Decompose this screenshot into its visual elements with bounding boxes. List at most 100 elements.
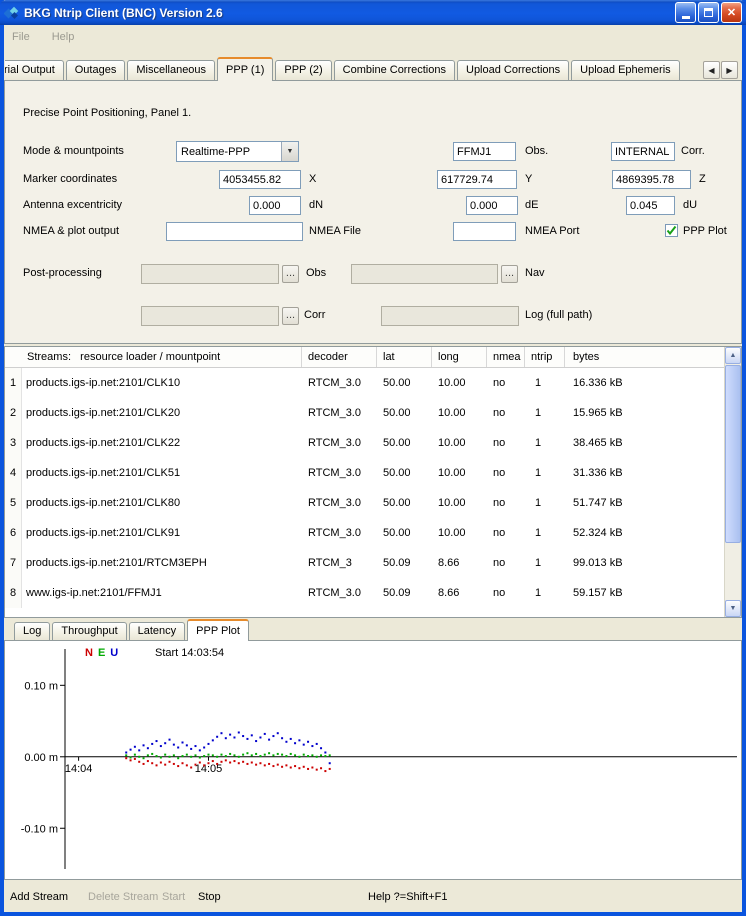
antenna-du-field[interactable] [626,196,675,215]
post-log-field [381,306,519,326]
legend-e: E [98,647,105,659]
browse-nav-button[interactable]: ... [501,265,518,283]
mountpoint-cell: products.igs-ip.net:2101/CLK80 [22,488,302,518]
obs-mountpoint-field[interactable] [453,142,516,161]
obs-label: Obs. [525,145,548,157]
long-cell: 8.66 [432,578,487,608]
table-row[interactable]: 7products.igs-ip.net:2101/RTCM3EPHRTCM_3… [5,548,724,578]
marker-x-field[interactable] [219,170,301,189]
scrollbar-thumb[interactable] [725,365,741,543]
marker-y-field[interactable] [437,170,517,189]
check-icon [666,225,677,236]
svg-text:0.00 m: 0.00 m [24,752,58,764]
x-label: X [309,173,316,185]
antenna-de-field[interactable] [466,196,518,215]
legend-n: N [85,647,93,659]
nmea-port-label: NMEA Port [525,225,579,237]
post-obs-field [141,264,279,284]
ppp-plot-checkbox[interactable] [665,224,678,237]
header-mountpoint: Streams: resource loader / mountpoint [5,347,302,367]
ppp1-panel: Precise Point Positioning, Panel 1. Mode… [4,80,742,344]
bytes-cell: 51.747 kB [565,488,724,518]
bytes-cell: 15.965 kB [565,398,724,428]
start-button[interactable]: Start [162,891,185,903]
nmea-cell: no [487,548,525,578]
delete-stream-button[interactable]: Delete Stream [88,891,158,903]
ntrip-cell: 1 [525,368,565,398]
window-title: BKG Ntrip Client (BNC) Version 2.6 [24,6,675,20]
svg-text:14:04: 14:04 [65,763,93,775]
post-processing-label: Post-processing [23,267,102,279]
row-number: 4 [5,458,22,488]
tab-throughput[interactable]: Throughput [52,622,126,640]
mountpoint-cell: products.igs-ip.net:2101/CLK20 [22,398,302,428]
table-row[interactable]: 4products.igs-ip.net:2101/CLK51RTCM_3.05… [5,458,724,488]
nmea-cell: no [487,398,525,428]
bytes-cell: 31.336 kB [565,458,724,488]
antenna-dn-field[interactable] [249,196,301,215]
nmea-file-field[interactable] [166,222,303,241]
app-icon [4,5,20,21]
header-bytes: bytes [565,347,741,367]
table-row[interactable]: 3products.igs-ip.net:2101/CLK22RTCM_3.05… [5,428,724,458]
tab-latency[interactable]: Latency [129,622,186,640]
tab-ppp-1[interactable]: PPP (1) [217,57,273,81]
browse-corr-button[interactable]: ... [282,307,299,325]
tab-scroll-left-button[interactable]: ◀ [703,61,720,79]
tab-serial-output[interactable]: rial Output [5,60,64,80]
long-cell: 10.00 [432,428,487,458]
header-ntrip: ntrip [525,347,565,367]
nmea-cell: no [487,488,525,518]
mountpoint-cell: products.igs-ip.net:2101/RTCM3EPH [22,548,302,578]
table-scrollbar[interactable]: ▲ ▼ [724,347,741,617]
scroll-up-button[interactable]: ▲ [725,347,741,364]
mountpoint-cell: products.igs-ip.net:2101/CLK10 [22,368,302,398]
table-row[interactable]: 8www.igs-ip.net:2101/FFMJ1RTCM_3.050.098… [5,578,724,608]
long-cell: 10.00 [432,368,487,398]
menu-file[interactable]: File [12,31,30,43]
stop-button[interactable]: Stop [198,891,221,903]
tab-outages[interactable]: Outages [66,60,126,80]
menu-help[interactable]: Help [52,31,75,43]
corr-mountpoint-field[interactable] [611,142,675,161]
tab-upload-corrections[interactable]: Upload Corrections [457,60,569,80]
browse-obs-button[interactable]: ... [282,265,299,283]
row-number: 7 [5,548,22,578]
tab-ppp-2[interactable]: PPP (2) [275,60,331,80]
tab-upload-ephemeris[interactable]: Upload Ephemeris [571,60,680,80]
long-cell: 10.00 [432,398,487,428]
tab-miscellaneous[interactable]: Miscellaneous [127,60,215,80]
arrow-down-icon: ▼ [730,605,737,612]
tab-log[interactable]: Log [14,622,50,640]
chevron-down-icon[interactable]: ▼ [281,142,298,161]
mode-combobox[interactable]: Realtime-PPP ▼ [176,141,299,162]
lat-cell: 50.00 [377,518,432,548]
post-obs-label: Obs [306,267,326,279]
table-row[interactable]: 1products.igs-ip.net:2101/CLK10RTCM_3.05… [5,368,724,398]
table-row[interactable]: 6products.igs-ip.net:2101/CLK91RTCM_3.05… [5,518,724,548]
marker-z-field[interactable] [612,170,691,189]
ntrip-cell: 1 [525,398,565,428]
row-number: 1 [5,368,22,398]
lat-cell: 50.00 [377,398,432,428]
tab-ppp-plot[interactable]: PPP Plot [187,619,249,641]
nmea-cell: no [487,368,525,398]
mountpoint-cell: products.igs-ip.net:2101/CLK51 [22,458,302,488]
add-stream-button[interactable]: Add Stream [10,891,68,903]
table-row[interactable]: 2products.igs-ip.net:2101/CLK20RTCM_3.05… [5,398,724,428]
close-button[interactable]: ✕ [721,2,742,23]
nmea-port-field[interactable] [453,222,516,241]
tab-bar: rial Output Outages Miscellaneous PPP (1… [5,56,697,81]
scroll-down-button[interactable]: ▼ [725,600,741,617]
row-number: 6 [5,518,22,548]
close-icon: ✕ [727,6,736,19]
mountpoint-cell: products.igs-ip.net:2101/CLK22 [22,428,302,458]
minimize-button[interactable] [675,2,696,23]
decoder-cell: RTCM_3 [302,548,377,578]
post-nav-label: Nav [525,267,545,279]
tab-combine-corrections[interactable]: Combine Corrections [334,60,455,80]
table-row[interactable]: 5products.igs-ip.net:2101/CLK80RTCM_3.05… [5,488,724,518]
tab-scroll-right-button[interactable]: ▶ [721,61,738,79]
decoder-cell: RTCM_3.0 [302,398,377,428]
maximize-button[interactable] [698,2,719,23]
